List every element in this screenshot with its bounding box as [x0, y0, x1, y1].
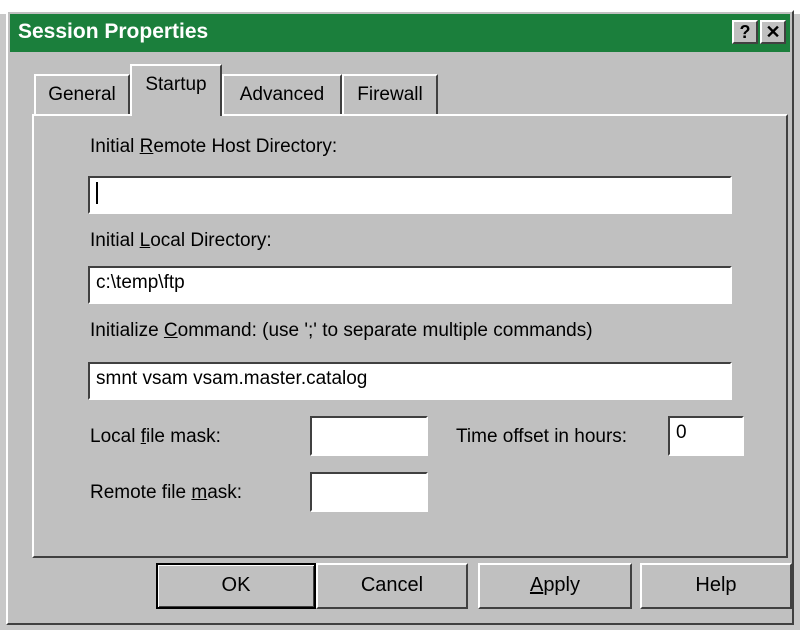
init-command-label: Initialize Command: (use ';' to separate…	[90, 320, 593, 341]
ok-button[interactable]: OK	[156, 563, 316, 609]
close-icon[interactable]: ✕	[760, 20, 786, 44]
tab-label: Firewall	[357, 84, 423, 105]
remote-dir-input[interactable]	[88, 176, 732, 214]
init-command-input[interactable]: smnt vsam vsam.master.catalog	[88, 362, 732, 400]
apply-button[interactable]: Apply	[478, 563, 632, 609]
local-dir-input[interactable]: c:\temp\ftp	[88, 266, 732, 304]
text-caret	[96, 182, 98, 204]
local-mask-label: Local file mask:	[90, 426, 221, 447]
cancel-button[interactable]: Cancel	[316, 563, 468, 609]
help-button[interactable]: Help	[640, 563, 792, 609]
time-offset-value: 0	[676, 422, 687, 443]
tab-label: Advanced	[239, 84, 325, 105]
tab-label: General	[48, 84, 116, 105]
session-properties-dialog: Session Properties ? ✕ General Startup A…	[6, 10, 794, 625]
remote-mask-input[interactable]	[310, 472, 428, 512]
tab-firewall[interactable]: Firewall	[342, 74, 438, 114]
local-mask-input[interactable]	[310, 416, 428, 456]
remote-dir-label: Initial Remote Host Directory:	[90, 136, 338, 157]
time-offset-input[interactable]: 0	[668, 416, 744, 456]
local-dir-value: c:\temp\ftp	[96, 272, 185, 293]
init-command-value: smnt vsam vsam.master.catalog	[96, 368, 368, 389]
title-bar[interactable]: Session Properties ? ✕	[10, 14, 790, 52]
tab-general[interactable]: General	[34, 74, 130, 114]
time-offset-label: Time offset in hours:	[456, 426, 628, 447]
tab-startup[interactable]: Startup	[130, 64, 222, 116]
window-title: Session Properties	[18, 20, 209, 43]
help-icon[interactable]: ?	[732, 20, 758, 44]
tab-advanced[interactable]: Advanced	[222, 74, 342, 114]
remote-mask-label: Remote file mask:	[90, 482, 243, 503]
tab-label: Startup	[145, 74, 207, 95]
local-dir-label: Initial Local Directory:	[90, 230, 272, 251]
